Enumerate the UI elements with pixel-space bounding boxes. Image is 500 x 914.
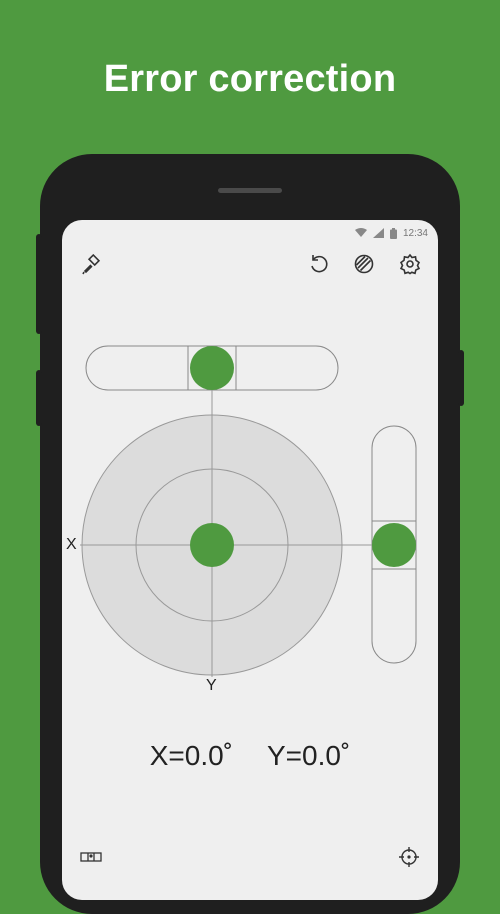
speaker-grille <box>218 188 282 193</box>
side-button-right <box>458 350 464 406</box>
axis-y-label: Y <box>206 677 217 694</box>
angle-readout: X=0.0˚ Y=0.0˚ <box>62 740 438 772</box>
vertical-bubble <box>372 523 416 567</box>
target-icon[interactable] <box>396 844 422 870</box>
level-mode-icon[interactable] <box>78 844 104 870</box>
level-stage <box>80 345 417 677</box>
phone-screen: 12:34 X Y X=0.0˚ Y=0.0˚ <box>62 220 438 900</box>
center-bubble <box>190 523 234 567</box>
x-angle-value: X=0.0˚ <box>149 740 233 771</box>
horizontal-bubble <box>190 346 234 390</box>
headline: Error correction <box>103 58 397 100</box>
y-angle-value: Y=0.0˚ <box>267 740 351 771</box>
side-button-left-1 <box>36 234 42 334</box>
side-button-left-2 <box>36 370 42 426</box>
axis-x-label: X <box>66 536 77 553</box>
